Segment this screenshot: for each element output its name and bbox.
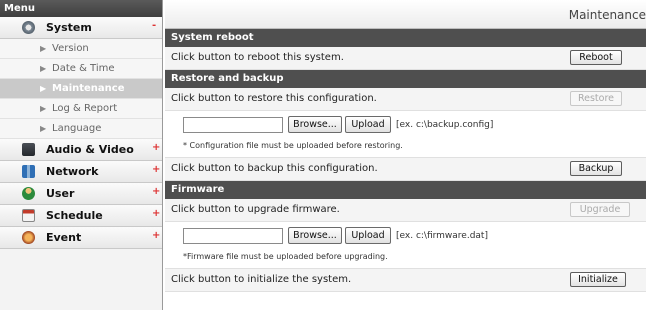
menu-category-label: Network bbox=[46, 165, 99, 178]
firmware-upload-area: Browse... Upload [ex. c:\firmware.dat] *… bbox=[165, 222, 646, 269]
camera-icon bbox=[22, 143, 35, 156]
menu-category-audio-video[interactable]: Audio & Video + bbox=[0, 139, 162, 161]
menu-item-maintenance[interactable]: ▶ Maintenance bbox=[0, 79, 162, 99]
menu-item-date-time[interactable]: ▶ Date & Time bbox=[0, 59, 162, 79]
expand-icon: + bbox=[152, 186, 161, 197]
config-upload-area: Browse... Upload [ex. c:\backup.config] … bbox=[165, 111, 646, 158]
menu-item-label: Version bbox=[52, 43, 89, 54]
firmware-upload-note: *Firmware file must be uploaded before u… bbox=[183, 252, 388, 261]
menu-category-event[interactable]: Event + bbox=[0, 227, 162, 249]
reboot-button[interactable]: Reboot bbox=[570, 50, 622, 65]
initialize-button[interactable]: Initialize bbox=[570, 272, 626, 287]
menu-category-label: Event bbox=[46, 231, 82, 244]
menu-item-language[interactable]: ▶ Language bbox=[0, 119, 162, 139]
menu-item-label: Date & Time bbox=[52, 63, 115, 74]
menu-item-version[interactable]: ▶ Version bbox=[0, 39, 162, 59]
menu-header: Menu bbox=[0, 0, 162, 17]
initialize-description: Click button to initialize the system. bbox=[171, 274, 352, 285]
menu-category-label: System bbox=[46, 21, 92, 34]
user-icon bbox=[22, 187, 35, 200]
firmware-browse-button[interactable]: Browse... bbox=[288, 227, 342, 244]
config-example-text: [ex. c:\backup.config] bbox=[396, 120, 494, 130]
section-header-firmware: Firmware bbox=[165, 181, 646, 199]
event-icon bbox=[22, 231, 35, 244]
menu-category-system[interactable]: System - bbox=[0, 17, 162, 39]
calendar-icon bbox=[22, 209, 35, 222]
network-icon bbox=[22, 165, 35, 178]
firmware-upload-button[interactable]: Upload bbox=[345, 227, 391, 244]
menu-item-label: Language bbox=[52, 123, 102, 134]
gear-icon bbox=[22, 21, 35, 34]
side-menu: Menu System - ▶ Version ▶ Date & Time ▶ Mai… bbox=[0, 0, 163, 310]
menu-category-user[interactable]: User + bbox=[0, 183, 162, 205]
arrow-right-icon: ▶ bbox=[40, 84, 47, 93]
expand-icon: + bbox=[152, 164, 161, 175]
arrow-right-icon: ▶ bbox=[40, 44, 47, 53]
firmware-description: Click button to upgrade firmware. bbox=[171, 204, 340, 215]
arrow-right-icon: ▶ bbox=[40, 104, 47, 113]
expand-icon: + bbox=[152, 230, 161, 241]
menu-category-label: Audio & Video bbox=[46, 143, 134, 156]
menu-item-label: Log & Report bbox=[52, 103, 118, 114]
page-title: Maintenance bbox=[165, 0, 646, 29]
firmware-file-input[interactable] bbox=[183, 228, 283, 244]
initialize-row: Click button to initialize the system. I… bbox=[165, 269, 646, 292]
restore-description: Click button to restore this configurati… bbox=[171, 93, 377, 104]
collapse-icon: - bbox=[152, 20, 157, 31]
menu-item-label: Maintenance bbox=[52, 83, 125, 94]
main-content: Maintenance System reboot Click button t… bbox=[165, 0, 646, 310]
backup-button[interactable]: Backup bbox=[570, 161, 622, 176]
config-browse-button[interactable]: Browse... bbox=[288, 116, 342, 133]
reboot-row: Click button to reboot this system. Rebo… bbox=[165, 47, 646, 70]
restore-button[interactable]: Restore bbox=[570, 91, 622, 106]
expand-icon: + bbox=[152, 208, 161, 219]
menu-category-label: User bbox=[46, 187, 75, 200]
firmware-example-text: [ex. c:\firmware.dat] bbox=[396, 231, 488, 241]
section-header-restore: Restore and backup bbox=[165, 70, 646, 88]
menu-category-network[interactable]: Network + bbox=[0, 161, 162, 183]
menu-item-log-report[interactable]: ▶ Log & Report bbox=[0, 99, 162, 119]
arrow-right-icon: ▶ bbox=[40, 124, 47, 133]
backup-row: Click button to backup this configuratio… bbox=[165, 158, 646, 181]
arrow-right-icon: ▶ bbox=[40, 64, 47, 73]
config-upload-button[interactable]: Upload bbox=[345, 116, 391, 133]
menu-category-label: Schedule bbox=[46, 209, 103, 222]
backup-description: Click button to backup this configuratio… bbox=[171, 163, 378, 174]
expand-icon: + bbox=[152, 142, 161, 153]
reboot-description: Click button to reboot this system. bbox=[171, 52, 344, 63]
config-upload-note: * Configuration file must be uploaded be… bbox=[183, 141, 403, 150]
config-file-input[interactable] bbox=[183, 117, 283, 133]
section-header-reboot: System reboot bbox=[165, 29, 646, 47]
upgrade-button[interactable]: Upgrade bbox=[570, 202, 630, 217]
menu-category-schedule[interactable]: Schedule + bbox=[0, 205, 162, 227]
restore-row: Click button to restore this configurati… bbox=[165, 88, 646, 111]
firmware-row: Click button to upgrade firmware. Upgrad… bbox=[165, 199, 646, 222]
